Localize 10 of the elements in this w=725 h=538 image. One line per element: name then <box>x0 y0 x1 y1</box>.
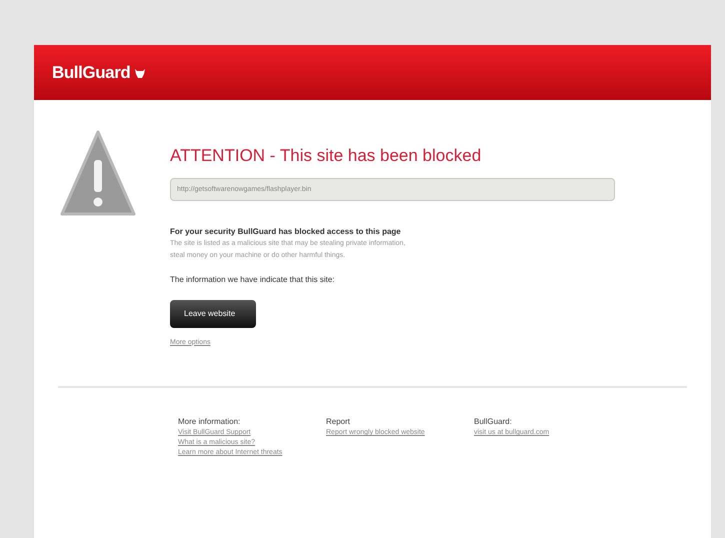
leave-website-button[interactable]: Leave website <box>170 300 256 328</box>
warning-icon <box>60 130 136 216</box>
footer-heading: BullGuard: <box>474 416 513 428</box>
logo: BullGuard <box>52 62 130 84</box>
notice-heading: For your security BullGuard has blocked access to this page <box>170 226 402 238</box>
footer-heading: More information: <box>178 416 242 428</box>
bull-icon <box>134 66 146 78</box>
info-text: The information we have indicate that this site: <box>170 274 336 286</box>
footer-heading: Report <box>326 416 352 428</box>
page-title: ATTENTION - This site has been blocked <box>170 145 482 167</box>
